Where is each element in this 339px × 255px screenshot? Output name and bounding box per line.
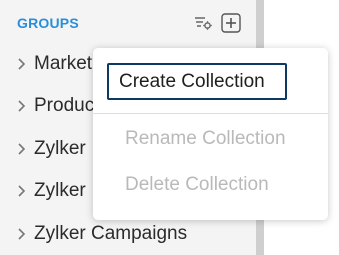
group-item-label: Zylker	[34, 180, 86, 201]
chevron-right-icon	[14, 98, 30, 114]
group-item-label: Zylker	[34, 138, 86, 159]
filter-settings-icon[interactable]	[193, 13, 213, 33]
groups-header: GROUPS	[17, 15, 79, 31]
chevron-right-icon	[14, 226, 30, 242]
create-collection-menu-item[interactable]: Create Collection	[107, 63, 287, 100]
chevron-right-icon	[14, 183, 30, 199]
context-menu: Create Collection Rename Collection Dele…	[93, 48, 328, 220]
delete-collection-menu-item: Delete Collection	[125, 174, 269, 195]
chevron-right-icon	[14, 141, 30, 157]
group-item-label: Produc	[34, 95, 95, 116]
group-item-label: Zylker Campaigns	[34, 223, 188, 244]
chevron-right-icon	[14, 56, 30, 72]
add-group-icon[interactable]	[221, 13, 241, 33]
group-item-zylker-campaigns[interactable]: Zylker Campaigns	[14, 220, 254, 248]
group-item-label: Market	[34, 53, 93, 74]
menu-separator	[93, 113, 328, 114]
rename-collection-menu-item: Rename Collection	[125, 128, 286, 149]
